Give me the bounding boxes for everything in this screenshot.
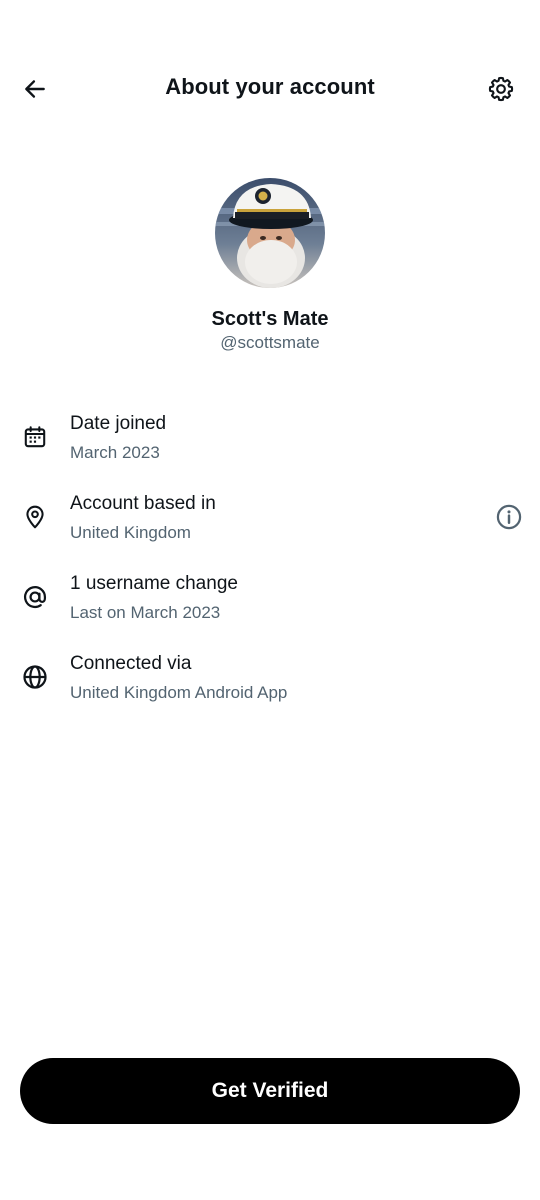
row-label: Connected via — [70, 653, 192, 674]
row-label: Account based in — [70, 493, 216, 514]
info-icon — [496, 504, 522, 530]
avatar-image — [215, 178, 325, 288]
settings-button[interactable] — [480, 68, 522, 110]
at-sign-icon — [20, 582, 50, 612]
profile-handle: @scottsmate — [220, 333, 320, 352]
row-value: March 2023 — [70, 443, 160, 462]
row-value: United Kingdom Android App — [70, 683, 288, 702]
list-item-username-change: 1 username change Last on March 2023 — [0, 570, 540, 650]
get-verified-button[interactable]: Get Verified — [20, 1058, 520, 1124]
page-title: About your account — [165, 74, 375, 99]
avatar[interactable] — [215, 178, 325, 288]
row-label: 1 username change — [70, 573, 238, 594]
list-item-date-joined: Date joined March 2023 — [0, 410, 540, 490]
about-account-screen: About your account Scott's Mate @scottsm… — [0, 0, 540, 1200]
gear-icon — [488, 76, 514, 102]
row-value: United Kingdom — [70, 523, 191, 542]
location-pin-icon — [20, 502, 50, 532]
account-info-list: Date joined March 2023 Account based in … — [0, 410, 540, 730]
row-label: Date joined — [70, 413, 167, 434]
list-item-account-based-in: Account based in United Kingdom — [0, 490, 540, 570]
list-item-connected-via: Connected via United Kingdom Android App — [0, 650, 540, 730]
row-value: Last on March 2023 — [70, 603, 221, 622]
globe-icon — [20, 662, 50, 692]
profile-name: Scott's Mate — [211, 308, 329, 330]
top-bar: About your account — [0, 58, 540, 118]
account-based-in-info-button[interactable] — [494, 502, 524, 532]
calendar-icon — [20, 422, 50, 452]
